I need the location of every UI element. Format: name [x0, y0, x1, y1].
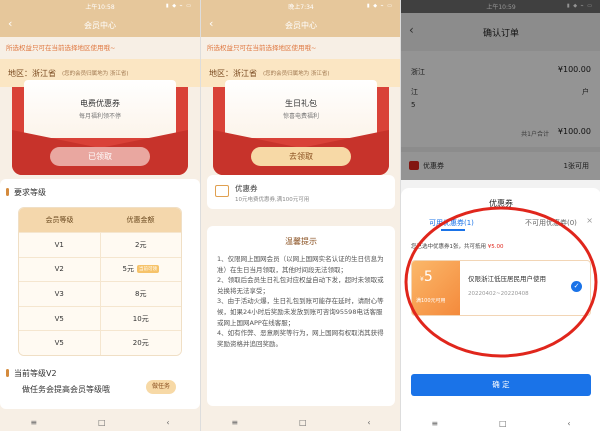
back-nav-icon[interactable]: ‹ [367, 418, 370, 427]
section-title: 要求等级 [0, 187, 46, 198]
row-level: V2 [19, 257, 101, 282]
level-table: 会员等级 优惠金额 V1 2元 V2 5元 当前可领 V3 8元 V5 10元 V5 20元 [18, 207, 182, 356]
home-icon[interactable]: □ [499, 419, 507, 428]
table-row: V3 8元 [19, 281, 181, 306]
rules-title: 温馨提示 [285, 237, 317, 246]
page-header: ‹ 会员中心 [201, 13, 400, 37]
row-amount-cell: 5元 当前可领 [101, 258, 182, 282]
back-nav-icon[interactable]: ‹ [567, 419, 570, 428]
row-level: V3 [19, 282, 101, 306]
highlight-ellipse [404, 206, 598, 358]
panel-member-center-2: 晚上7:34 ▮ ◆ ⌁ ▭ ‹ 会员中心 所选权益只可在当前选择地区使用哦~ … [200, 0, 400, 431]
upgrade-text: 做任务会提高会员等级哦 [22, 385, 110, 394]
region-tip: (您的会员归属地为 浙江省) [62, 71, 129, 77]
row-level: V1 [19, 233, 101, 257]
region-notice: 所选权益只可在当前选择地区使用哦~ [201, 37, 400, 59]
benefit-card: 生日礼包 惊喜电费福利 [225, 80, 377, 138]
card-subtitle: 惊喜电费福利 [282, 113, 319, 120]
status-bar: 晚上7:34 ▮ ◆ ⌁ ▭ [201, 0, 400, 13]
row-amount: 2元 [135, 240, 147, 249]
back-icon[interactable]: ‹ [8, 17, 12, 30]
rules-text: 1、仅限网上国网会员（以网上国网实名认证的生日信息为准）在生日当月领取，其他时间… [217, 255, 384, 348]
confirm-button[interactable]: 确 定 [411, 374, 591, 396]
status-icons: ▮ ◆ ⌁ ▭ [366, 3, 393, 9]
table-row: V2 5元 当前可领 [19, 256, 182, 282]
overlay[interactable] [401, 0, 600, 180]
status-time: 晚上7:34 [288, 4, 314, 11]
back-nav-icon[interactable]: ‹ [166, 418, 169, 427]
nav-bar: ≡ □ ‹ [0, 413, 200, 431]
row-level: V5 [19, 331, 101, 355]
benefit-card: 电费优惠券 每月福利领不停 [24, 80, 176, 138]
card-title: 电费优惠券 [80, 99, 120, 108]
region-label: 地区：浙江省 [209, 68, 257, 78]
coupon-title: 优惠券 [235, 184, 258, 193]
row-amount: 20元 [132, 339, 149, 348]
menu-icon[interactable]: ≡ [30, 418, 37, 427]
ticket-icon [215, 185, 229, 197]
col-amount: 优惠金额 [126, 216, 155, 224]
col-level: 会员等级 [45, 216, 74, 224]
region-label: 地区：浙江省 [8, 68, 56, 78]
page-title: 会员中心 [84, 20, 116, 30]
table-row: V5 20元 [19, 330, 181, 355]
claimed-button[interactable]: 已领取 [50, 147, 150, 166]
row-amount: 5元 [122, 265, 134, 274]
panel-member-center-1: 上午10:58 ▮ ◆ ⌁ ▭ ‹ 会员中心 所选权益只可在当前选择地区使用哦~… [0, 0, 200, 431]
card-title: 生日礼包 [285, 99, 317, 108]
row-level: V5 [19, 306, 101, 331]
task-button[interactable]: 做任务 [146, 380, 176, 394]
region-tip: (您的会员归属地为 浙江省) [263, 71, 330, 77]
current-badge: 当前可领 [136, 265, 159, 274]
page-header: ‹ 会员中心 [0, 13, 200, 37]
card-subtitle: 每月福利领不停 [78, 113, 121, 120]
claim-button[interactable]: 去领取 [251, 147, 351, 166]
page-title: 会员中心 [285, 20, 317, 30]
home-icon[interactable]: □ [299, 418, 307, 427]
table-header: 会员等级 优惠金额 [19, 208, 181, 232]
status-time: 上午10:58 [85, 4, 115, 11]
row-amount: 8元 [135, 289, 147, 298]
coupon-card: 优惠券 10元电费优惠券,满100元可用 [207, 175, 395, 209]
rules-card: 温馨提示 1、仅限网上国网会员（以网上国网实名认证的生日信息为准）在生日当月领取… [207, 226, 395, 406]
menu-icon[interactable]: ≡ [431, 419, 438, 428]
back-icon[interactable]: ‹ [209, 17, 213, 30]
table-row: V5 10元 [19, 305, 181, 331]
row-amount: 10元 [132, 314, 149, 323]
table-row: V1 2元 [19, 232, 181, 257]
coupon-subtitle: 10元电费优惠券,满100元可用 [235, 197, 310, 203]
menu-icon[interactable]: ≡ [231, 418, 238, 427]
current-level: 当前等级V2 [0, 368, 57, 379]
status-icons: ▮ ◆ ⌁ ▭ [165, 3, 192, 9]
nav-bar: ≡ □ ‹ [201, 413, 400, 431]
nav-bar: ≡ □ ‹ [401, 415, 600, 431]
status-bar: 上午10:58 ▮ ◆ ⌁ ▭ [0, 0, 200, 13]
highlight-circle [404, 206, 598, 358]
panel-confirm-order: 上午10:59 ▮ ◆ ⌁ ▭ ‹ 确认订单 浙江 ¥100.00 江 户 5 … [400, 0, 600, 431]
region-notice: 所选权益只可在当前选择地区使用哦~ [0, 37, 200, 59]
home-icon[interactable]: □ [98, 418, 106, 427]
